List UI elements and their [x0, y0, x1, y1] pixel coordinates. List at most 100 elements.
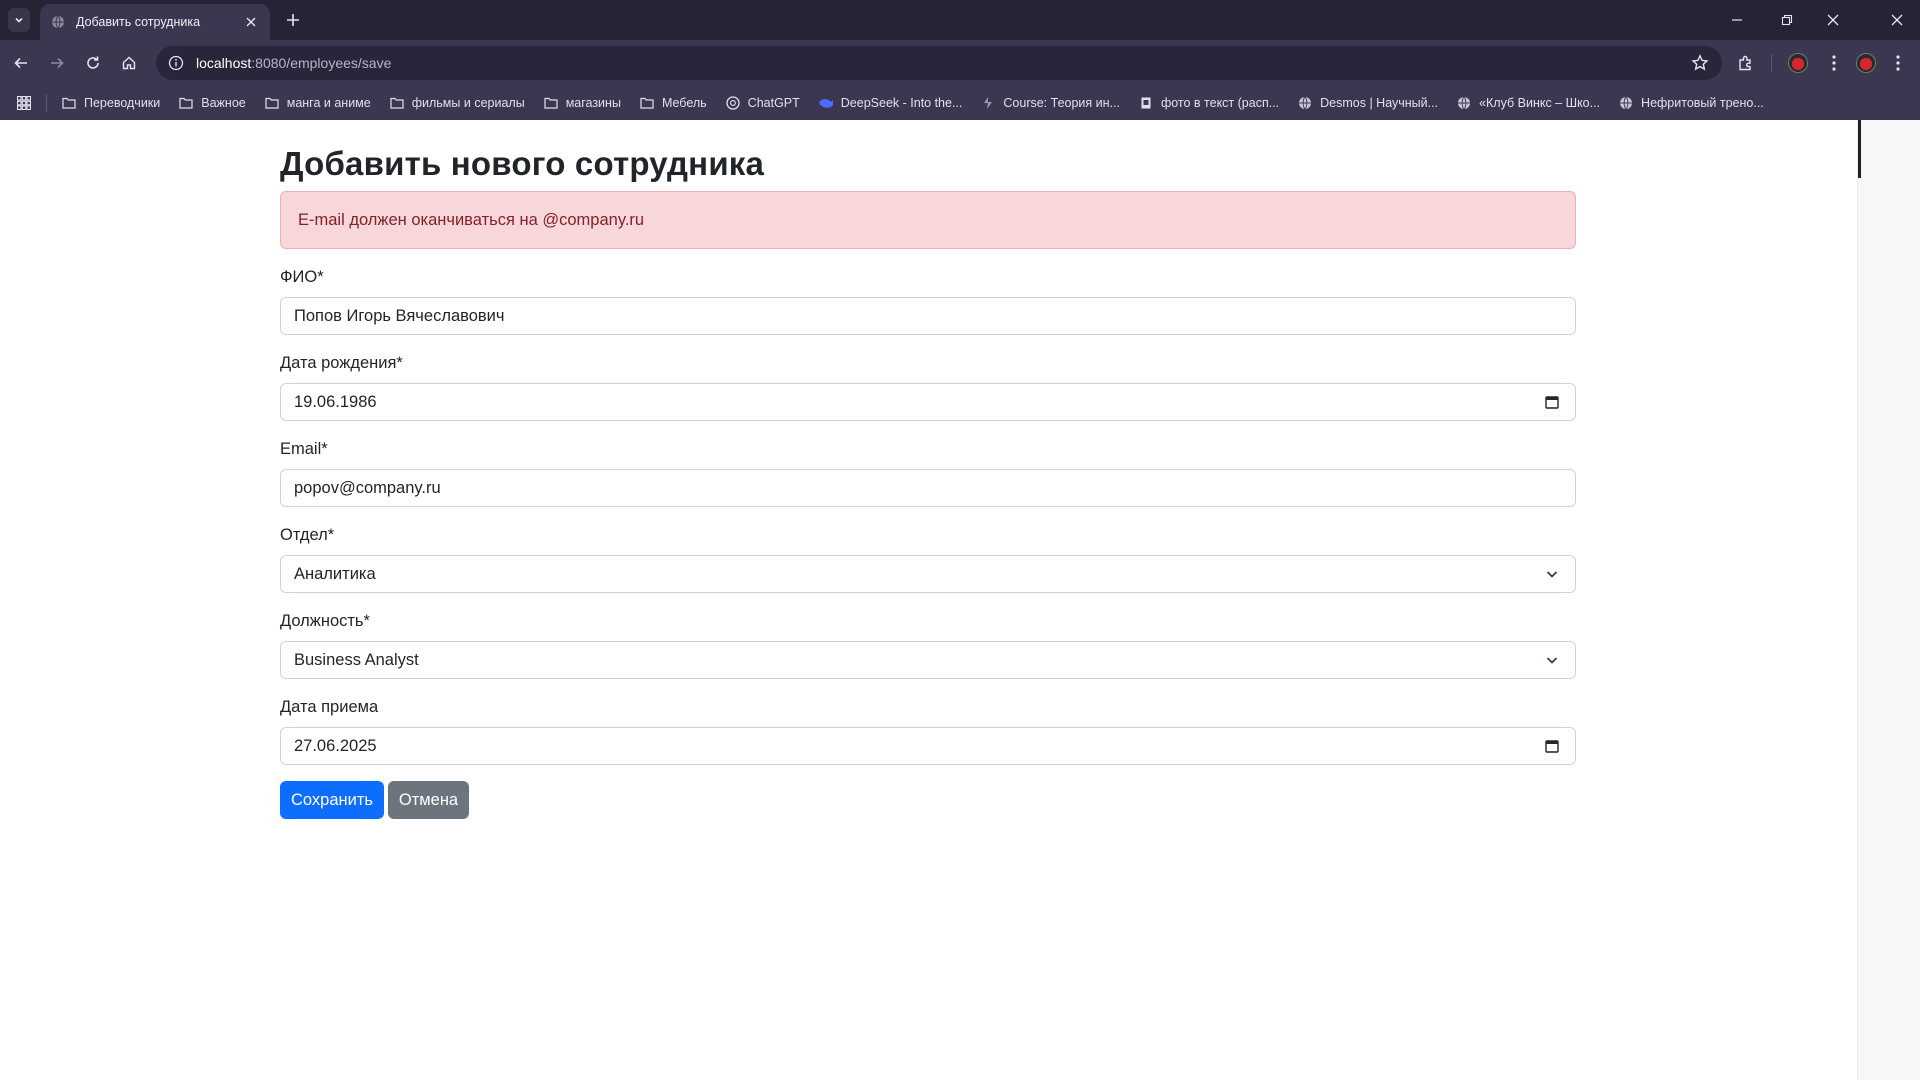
save-button[interactable]: Сохранить: [280, 781, 384, 819]
close-icon: [1827, 14, 1839, 26]
page-title: Добавить нового сотрудника: [280, 145, 765, 182]
bookmark-item[interactable]: ChatGPT: [725, 95, 800, 111]
bookmark-star-icon[interactable]: [1690, 53, 1710, 73]
photo-icon: [1138, 95, 1154, 111]
tab-search-button[interactable]: [8, 8, 30, 32]
minimize-button[interactable]: [1714, 6, 1760, 34]
bookmark-label: фильмы и сериалы: [411, 96, 525, 110]
birth-date-input[interactable]: 19.06.1986: [280, 383, 1576, 421]
bookmark-item[interactable]: манга и аниме: [264, 95, 371, 111]
tab-active[interactable]: Добавить сотрудника: [40, 4, 270, 40]
fio-value: Попов Игорь Вячеславович: [294, 306, 505, 325]
birth-date-label: Дата рождения*: [280, 354, 403, 372]
bookmark-item[interactable]: Course: Теория ин...: [980, 95, 1120, 111]
page-viewport: Добавить нового сотрудника E-mail должен…: [0, 120, 1920, 1080]
course-icon: [980, 95, 996, 111]
chatgpt-icon: [725, 95, 741, 111]
cancel-button[interactable]: Отмена: [388, 781, 469, 819]
bookmark-label: DeepSeek - Into the...: [840, 96, 963, 110]
second-menu-button[interactable]: [1884, 49, 1912, 77]
scrollbar[interactable]: [1857, 120, 1920, 1080]
deepseek-icon: [818, 95, 834, 111]
bookmark-item[interactable]: Переводчики: [61, 95, 160, 111]
address-bar[interactable]: localhost:8080/employees/save: [156, 46, 1722, 80]
birth-date-value: 19.06.1986: [294, 392, 377, 411]
restore-button[interactable]: [1764, 6, 1810, 34]
globe-icon: [50, 14, 66, 30]
chrome-menu-button[interactable]: [1820, 49, 1848, 77]
bookmark-item[interactable]: «Клуб Винкс – Шко...: [1456, 95, 1600, 111]
bookmarks-divider: [46, 94, 47, 112]
department-select[interactable]: Аналитика: [280, 555, 1576, 593]
scrollbar-thumb[interactable]: [1858, 120, 1861, 178]
toolbar-divider: [1771, 54, 1772, 72]
bookmark-label: манга и аниме: [286, 96, 371, 110]
bookmark-label: ChatGPT: [747, 96, 800, 110]
kebab-menu-icon-2: [1896, 55, 1900, 71]
bookmark-label: Course: Теория ин...: [1003, 96, 1120, 110]
calendar-icon[interactable]: [1542, 736, 1562, 756]
bookmark-label: Мебель: [661, 96, 707, 110]
close-window-button[interactable]: [1810, 6, 1856, 34]
bookmark-label: Desmos | Научный...: [1320, 96, 1439, 110]
email-label: Email*: [280, 440, 328, 458]
bookmark-label: магазины: [565, 96, 621, 110]
extensions-button[interactable]: [1732, 49, 1760, 77]
hire-date-value: 27.06.2025: [294, 736, 377, 755]
bookmark-label: фото в текст (расп...: [1160, 96, 1280, 110]
url-host: localhost: [196, 55, 252, 71]
home-icon: [122, 56, 136, 70]
close-window-button-2[interactable]: [1874, 6, 1920, 34]
folder-icon: [389, 95, 405, 111]
arrow-left-icon: [14, 57, 27, 69]
bookmark-list: Переводчики Важное манга и аниме фильмы и с…: [61, 95, 1782, 111]
globe-icon: [1456, 95, 1472, 111]
browser-toolbar: localhost:8080/employees/save: [0, 40, 1920, 86]
bookmark-label: «Клуб Винкс – Шко...: [1479, 96, 1601, 110]
bookmark-item[interactable]: Desmos | Научный...: [1297, 95, 1438, 111]
fio-input[interactable]: Попов Игорь Вячеславович: [280, 297, 1576, 335]
back-button[interactable]: [7, 49, 35, 77]
new-tab-button[interactable]: [282, 9, 304, 31]
kebab-menu-icon: [1832, 55, 1836, 71]
bookmarks-bar: Переводчики Важное манга и аниме фильмы и с…: [0, 86, 1920, 120]
browser-chrome: Добавить сотрудника localhost:8080/emplo…: [0, 0, 1920, 120]
close-tab-icon[interactable]: [242, 13, 260, 31]
home-button[interactable]: [115, 49, 143, 77]
email-input[interactable]: popov@company.ru: [280, 469, 1576, 507]
url-text: localhost:8080/employees/save: [196, 55, 391, 71]
fio-label: ФИО*: [280, 268, 324, 286]
position-select[interactable]: Business Analyst: [280, 641, 1576, 679]
url-path: :8080/employees/save: [251, 55, 392, 71]
reload-button[interactable]: [79, 49, 107, 77]
bookmark-item[interactable]: Мебель: [639, 95, 707, 111]
hire-date-input[interactable]: 27.06.2025: [280, 727, 1576, 765]
second-profile-button[interactable]: [1852, 49, 1880, 77]
folder-icon: [178, 95, 194, 111]
email-value: popov@company.ru: [294, 478, 441, 497]
bookmark-item[interactable]: фото в текст (расп...: [1138, 95, 1279, 111]
site-info-icon[interactable]: [166, 53, 186, 73]
chevron-down-icon: [15, 17, 23, 23]
department-label: Отдел*: [280, 526, 335, 544]
chevron-down-icon: [1542, 650, 1562, 670]
bookmark-item[interactable]: Важное: [178, 95, 246, 111]
bookmark-label: Переводчики: [84, 96, 161, 110]
bookmark-item[interactable]: магазины: [543, 95, 621, 111]
folder-icon: [543, 95, 559, 111]
profile-button[interactable]: [1784, 49, 1812, 77]
plus-icon: [287, 14, 299, 26]
position-value: Business Analyst: [294, 650, 419, 669]
globe-icon: [1297, 95, 1313, 111]
bookmark-label: Важное: [201, 96, 246, 110]
close-icon: [1891, 14, 1903, 26]
tab-title: Добавить сотрудника: [76, 15, 201, 29]
forward-button[interactable]: [43, 49, 71, 77]
calendar-icon[interactable]: [1542, 392, 1562, 412]
folder-icon: [61, 95, 77, 111]
bookmark-item[interactable]: Нефритовый трено...: [1618, 95, 1764, 111]
bookmark-item[interactable]: фильмы и сериалы: [389, 95, 525, 111]
apps-grid-icon[interactable]: [14, 93, 34, 113]
arrow-right-icon: [51, 57, 64, 69]
bookmark-item[interactable]: DeepSeek - Into the...: [818, 95, 963, 111]
